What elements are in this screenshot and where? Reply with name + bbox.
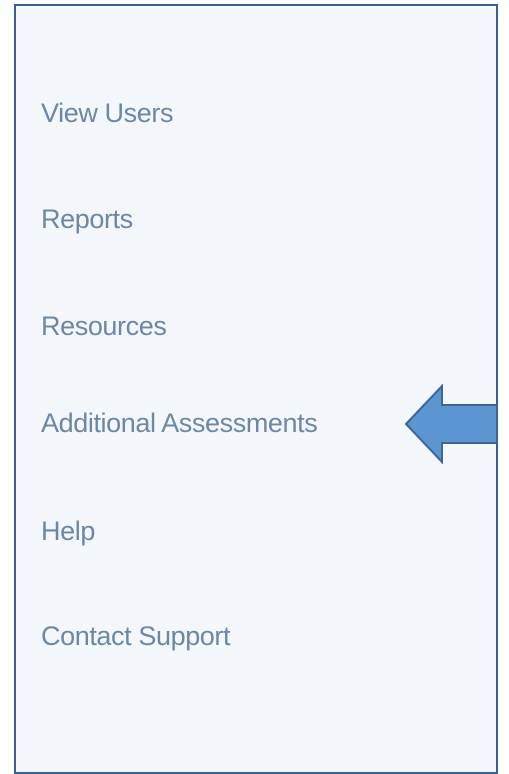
sidebar-item-view-users[interactable]: View Users [41,100,173,127]
sidebar-item-contact-support[interactable]: Contact Support [41,623,231,650]
sidebar-item-reports[interactable]: Reports [41,206,133,233]
sidebar-item-help[interactable]: Help [41,518,95,545]
sidebar-item-additional-assessments[interactable]: Additional Assessments [41,410,318,437]
sidebar-item-resources[interactable]: Resources [41,313,167,340]
left-arrow-icon [404,383,498,465]
